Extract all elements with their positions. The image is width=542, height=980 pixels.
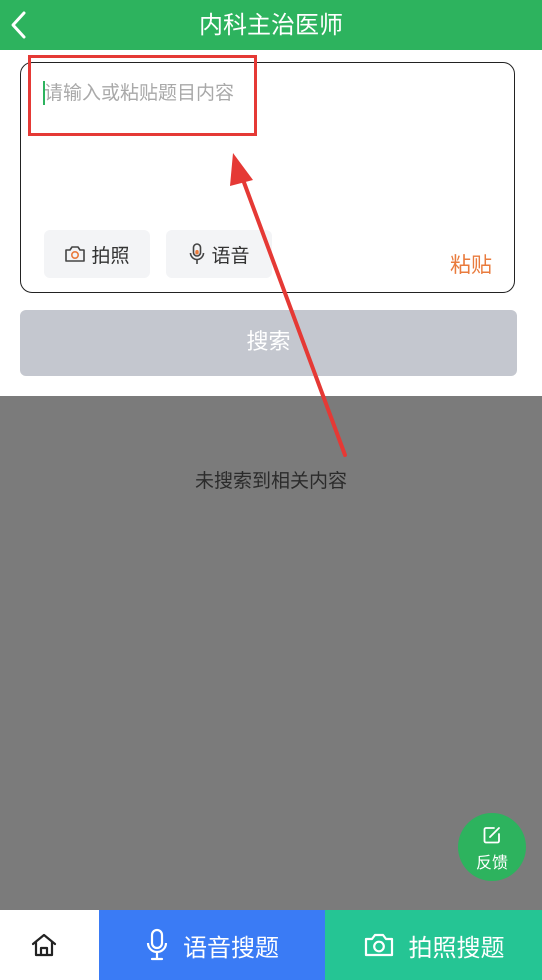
camera-icon (363, 931, 395, 959)
page-title: 内科主治医师 (199, 11, 343, 39)
text-caret (43, 81, 45, 105)
photo-button[interactable]: 拍照 (44, 230, 150, 278)
microphone-icon (188, 242, 206, 266)
voice-search-label: 语音搜题 (183, 933, 279, 962)
feedback-button[interactable]: 反馈 (458, 813, 526, 881)
question-input[interactable] (41, 73, 494, 113)
empty-results-text: 未搜索到相关内容 (194, 470, 347, 492)
camera-icon (64, 244, 86, 264)
home-tab[interactable] (0, 910, 99, 980)
microphone-icon (145, 928, 169, 962)
search-button[interactable]: 搜索 (20, 310, 517, 376)
app-header: 内科主治医师 (0, 0, 542, 50)
photo-search-button[interactable]: 拍照搜题 (325, 910, 542, 980)
photo-search-label: 拍照搜题 (408, 933, 505, 962)
voice-search-button[interactable]: 语音搜题 (99, 910, 325, 980)
feedback-label: 反馈 (475, 853, 508, 872)
edit-icon (482, 825, 502, 849)
home-icon (31, 933, 57, 957)
voice-button[interactable]: 语音 (166, 230, 272, 278)
paste-button[interactable]: 粘贴 (450, 249, 492, 279)
photo-button-label: 拍照 (91, 244, 130, 267)
bottom-bar: 语音搜题 拍照搜题 (0, 910, 542, 980)
voice-button-label: 语音 (211, 244, 250, 267)
question-input-card: 拍照 语音 粘贴 (20, 62, 515, 293)
